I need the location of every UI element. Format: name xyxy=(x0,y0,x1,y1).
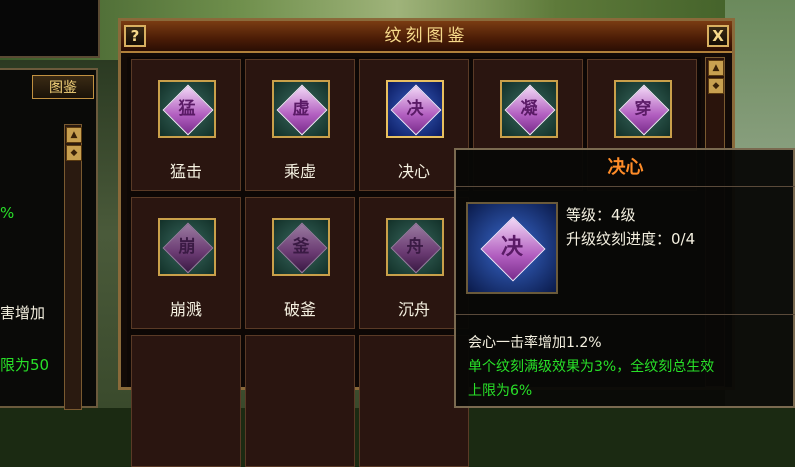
left-top-panel xyxy=(0,0,100,58)
cell-label: 猛击 xyxy=(169,162,202,181)
help-button[interactable]: ? xyxy=(124,25,146,47)
cell-label: 崩溅 xyxy=(169,300,202,319)
close-button[interactable]: X xyxy=(707,25,729,47)
engraving-cell-chenzhou[interactable]: 舟 沉舟 xyxy=(359,197,469,329)
tooltip-engraving-icon: 决 xyxy=(466,202,558,294)
left-percent-text: % xyxy=(0,204,15,222)
gem-glyph: 凝 xyxy=(520,99,538,119)
codex-tab-button[interactable]: 图鉴 xyxy=(32,75,94,99)
tooltip-divider xyxy=(456,314,795,315)
engraving-icon: 舟 xyxy=(386,218,444,276)
window-titlebar: 纹刻图鉴 ? X xyxy=(121,21,732,53)
tooltip-progress: 升级纹刻进度：0/4 xyxy=(566,230,696,248)
gem-glyph: 虚 xyxy=(292,99,310,119)
engraving-icon: 虚 xyxy=(272,80,330,138)
gem-glyph: 穿 xyxy=(634,99,652,119)
engraving-cell-pofu[interactable]: 釜 破釜 xyxy=(245,197,355,329)
gem-glyph: 舟 xyxy=(406,237,424,257)
left-damage-text: 害增加 xyxy=(0,304,46,322)
cell-label: 乘虚 xyxy=(283,162,316,181)
tooltip-note-line1: 单个纹刻满级效果为3%，全纹刻总生效 xyxy=(468,359,715,375)
engraving-cell-chengxu[interactable]: 虚 乘虚 xyxy=(245,59,355,191)
engraving-icon: 猛 xyxy=(158,80,216,138)
gem-glyph: 决 xyxy=(406,99,424,119)
gem-glyph: 猛 xyxy=(178,99,196,119)
engraving-cell-row3-1[interactable] xyxy=(131,335,241,467)
scroll-thumb[interactable]: ◆ xyxy=(708,78,724,94)
engraving-icon: 凝 xyxy=(500,80,558,138)
scroll-up-button[interactable]: ▲ xyxy=(66,127,82,143)
tooltip-effect: 会心一击率增加1.2% xyxy=(468,335,602,351)
engraving-icon: 崩 xyxy=(158,218,216,276)
engraving-icon: 釜 xyxy=(272,218,330,276)
engraving-cell-juexin[interactable]: 决 决心 xyxy=(359,59,469,191)
gem-glyph: 决 xyxy=(500,235,523,260)
engraving-icon: 穿 xyxy=(614,80,672,138)
scroll-up-button[interactable]: ▲ xyxy=(708,60,724,76)
window-title: 纹刻图鉴 xyxy=(384,26,469,46)
engraving-tooltip: 决心 决 等级：4级 升级纹刻进度：0/4 会心一击率增加1.2% 单个纹刻满级… xyxy=(454,148,795,408)
left-scrollbar[interactable]: ▲ ◆ xyxy=(64,124,82,410)
engraving-cell-row3-3[interactable] xyxy=(359,335,469,467)
left-attribute-panel: 图鉴 ▲ ◆ % 害增加 限为50 xyxy=(0,68,98,410)
cell-label: 破釜 xyxy=(283,300,316,319)
left-limit-text: 限为50 xyxy=(0,356,50,374)
engraving-icon: 决 xyxy=(386,80,444,138)
tooltip-title: 决心 xyxy=(607,157,644,178)
gem-glyph: 崩 xyxy=(178,237,196,257)
tooltip-header: 决心 xyxy=(456,150,795,187)
cell-label: 决心 xyxy=(397,162,430,181)
engraving-cell-bengjian[interactable]: 崩 崩溅 xyxy=(131,197,241,329)
engraving-cell-mengji[interactable]: 猛 猛击 xyxy=(131,59,241,191)
engraving-cell-row3-2[interactable] xyxy=(245,335,355,467)
scroll-thumb[interactable]: ◆ xyxy=(66,145,82,161)
tooltip-note-line2: 上限为6% xyxy=(468,383,533,399)
gem-glyph: 釜 xyxy=(292,237,310,257)
tooltip-level: 等级：4级 xyxy=(566,206,636,224)
cell-label: 沉舟 xyxy=(397,300,430,319)
